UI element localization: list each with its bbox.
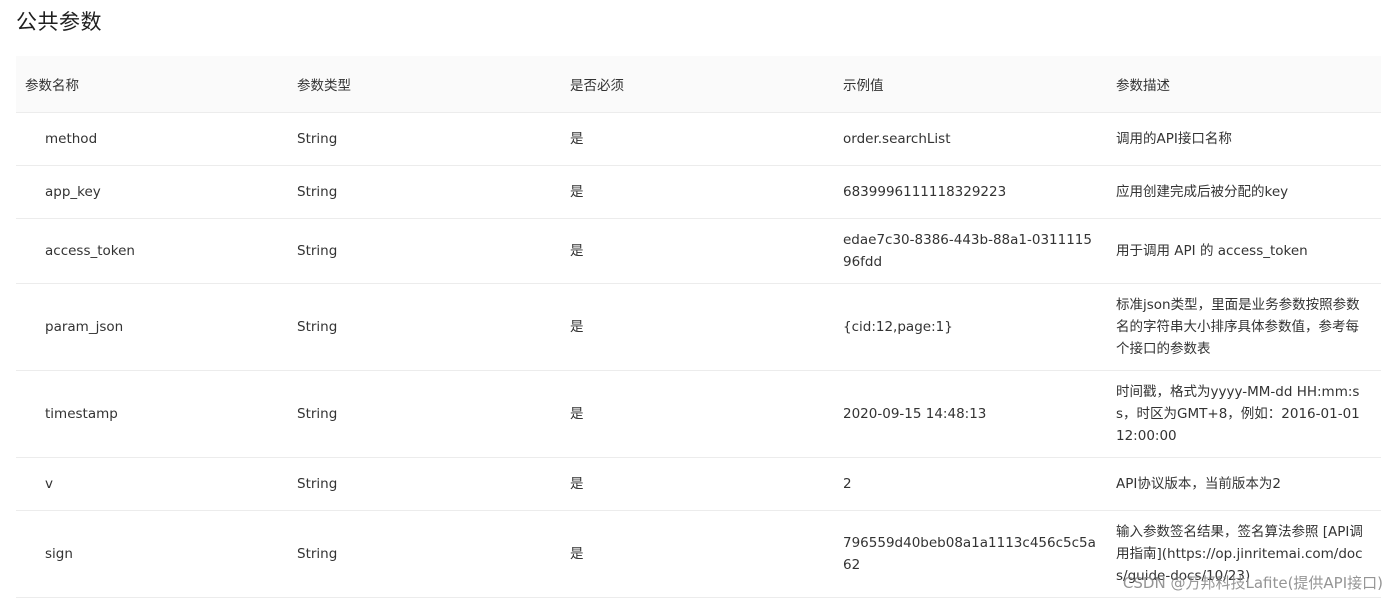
cell-param-name: app_key [16, 165, 288, 219]
cell-param-type: String [288, 112, 561, 166]
header-description: 参数描述 [1107, 56, 1381, 113]
cell-required: 是 [561, 165, 834, 219]
cell-param-name: timestamp [16, 370, 288, 458]
table-row: v String 是 2 API协议版本，当前版本为2 [16, 457, 1381, 511]
cell-required: 是 [561, 218, 834, 284]
cell-param-type: String [288, 283, 561, 371]
cell-example: 2 [834, 457, 1107, 511]
cell-example: 796559d40beb08a1a1113c456c5c5a62 [834, 510, 1107, 598]
public-params-table: 参数名称 参数类型 是否必须 示例值 参数描述 method String 是 … [16, 56, 1381, 598]
cell-example: {cid:12,page:1} [834, 283, 1107, 371]
cell-example: edae7c30-8386-443b-88a1-031111596fdd [834, 218, 1107, 284]
cell-param-type: String [288, 457, 561, 511]
cell-description: 标准json类型，里面是业务参数按照参数名的字符串大小排序具体参数值，参考每个接… [1107, 283, 1381, 371]
cell-example: order.searchList [834, 112, 1107, 166]
header-param-name: 参数名称 [16, 56, 288, 113]
header-example: 示例值 [834, 56, 1107, 113]
cell-param-name: sign [16, 510, 288, 598]
table-body: method String 是 order.searchList 调用的API接… [16, 112, 1381, 598]
cell-required: 是 [561, 457, 834, 511]
cell-description: 应用创建完成后被分配的key [1107, 165, 1381, 219]
header-param-type: 参数类型 [288, 56, 561, 113]
cell-description: 调用的API接口名称 [1107, 112, 1381, 166]
table-row: app_key String 是 6839996111118329223 应用创… [16, 165, 1381, 219]
table-header-row: 参数名称 参数类型 是否必须 示例值 参数描述 [16, 56, 1381, 113]
cell-param-name: param_json [16, 283, 288, 371]
cell-param-name: access_token [16, 218, 288, 284]
cell-example: 6839996111118329223 [834, 165, 1107, 219]
header-required: 是否必须 [561, 56, 834, 113]
table-row: param_json String 是 {cid:12,page:1} 标准js… [16, 283, 1381, 371]
csdn-watermark: CSDN @万邦科技Lafite(提供API接口) [1122, 574, 1383, 592]
cell-param-type: String [288, 218, 561, 284]
page: 公共参数 参数名称 参数类型 是否必须 示例值 参数描述 method Stri… [0, 0, 1397, 602]
cell-param-name: method [16, 112, 288, 166]
cell-required: 是 [561, 510, 834, 598]
cell-example: 2020-09-15 14:48:13 [834, 370, 1107, 458]
table-header: 参数名称 参数类型 是否必须 示例值 参数描述 [16, 56, 1381, 113]
cell-description: 用于调用 API 的 access_token [1107, 218, 1381, 284]
page-title: 公共参数 [16, 10, 102, 34]
cell-description: 时间戳，格式为yyyy-MM-dd HH:mm:ss，时区为GMT+8，例如：2… [1107, 370, 1381, 458]
cell-description: API协议版本，当前版本为2 [1107, 457, 1381, 511]
cell-required: 是 [561, 283, 834, 371]
cell-param-name: v [16, 457, 288, 511]
cell-required: 是 [561, 370, 834, 458]
table-row: timestamp String 是 2020-09-15 14:48:13 时… [16, 370, 1381, 458]
cell-param-type: String [288, 370, 561, 458]
table-row: access_token String 是 edae7c30-8386-443b… [16, 218, 1381, 284]
cell-param-type: String [288, 165, 561, 219]
cell-param-type: String [288, 510, 561, 598]
cell-required: 是 [561, 112, 834, 166]
table-row: method String 是 order.searchList 调用的API接… [16, 112, 1381, 166]
